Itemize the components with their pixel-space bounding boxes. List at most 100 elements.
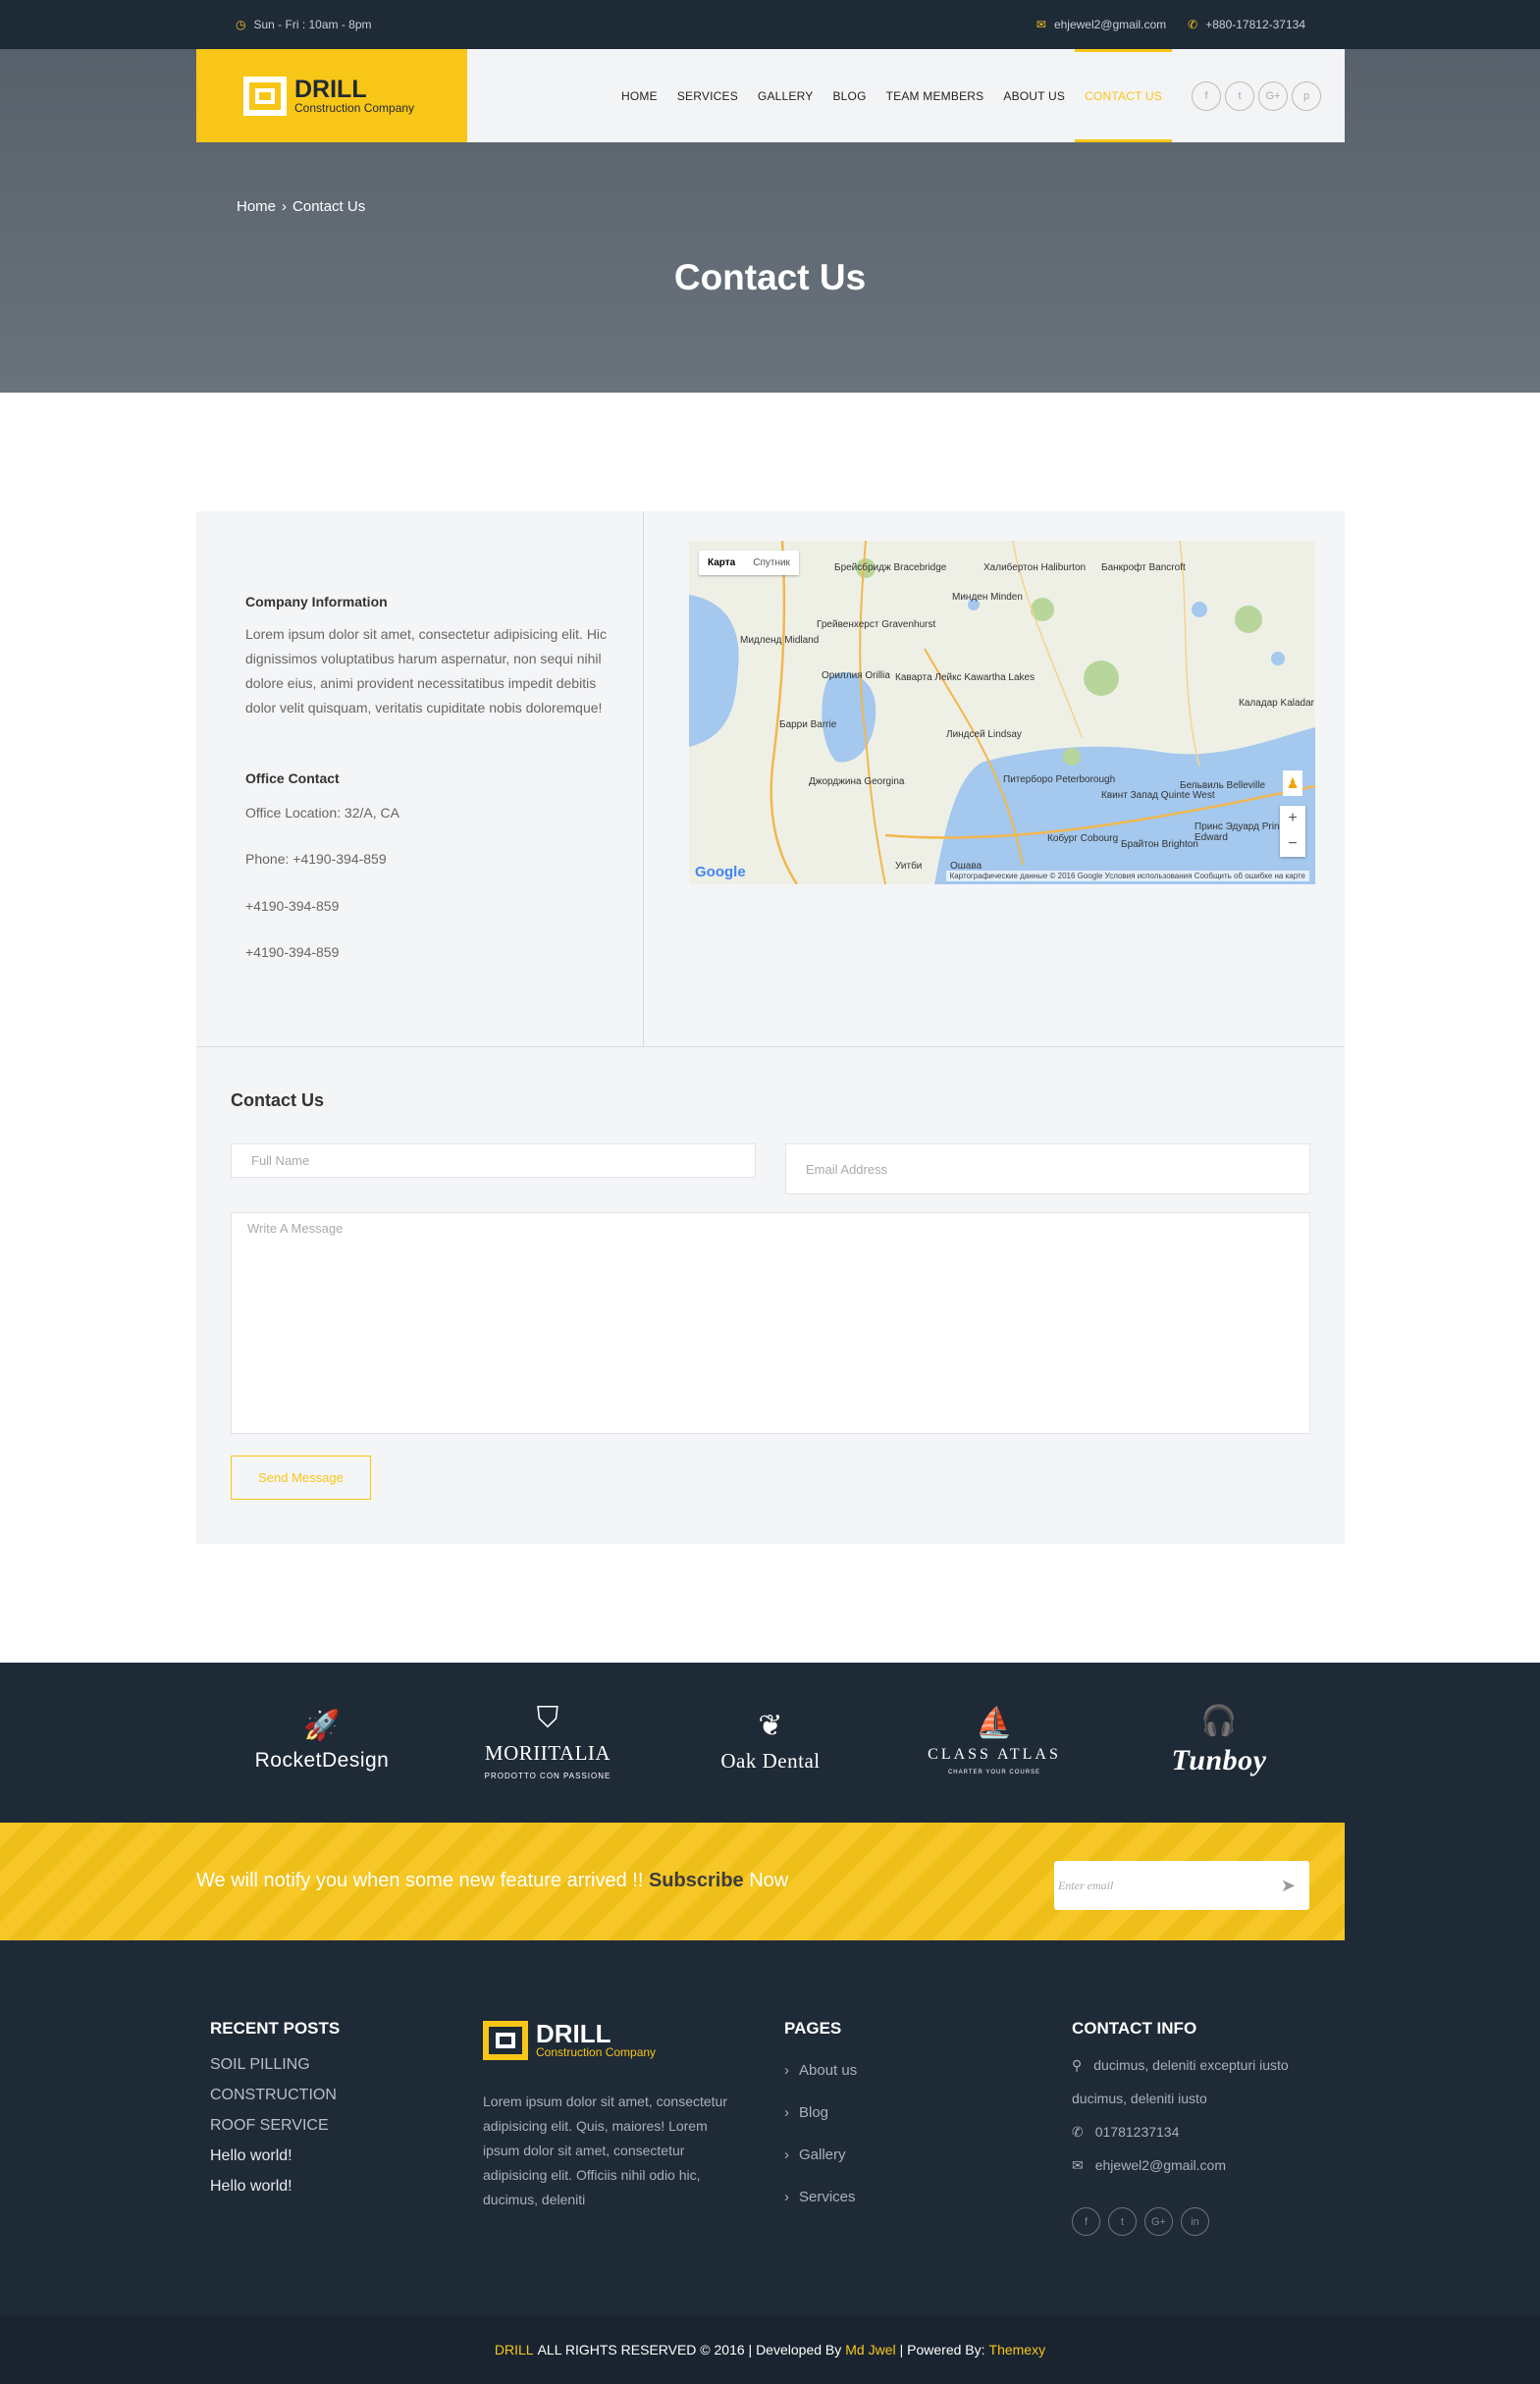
google-plus-icon[interactable]: G+	[1144, 2207, 1173, 2236]
recent-post-link[interactable]: ROOF SERVICE	[210, 2117, 340, 2135]
pinterest-icon[interactable]: p	[1292, 80, 1321, 111]
company-info: Company Information Lorem ipsum dolor si…	[196, 511, 644, 1046]
footer-page-label[interactable]: Services	[799, 2189, 856, 2205]
map-label: Мидленд Midland	[740, 635, 820, 646]
page-title: Contact Us	[673, 257, 867, 297]
zoom-in-icon[interactable]: +	[1280, 806, 1305, 831]
email-input[interactable]: Email Address	[785, 1143, 1310, 1194]
footer-page-label[interactable]: About us	[799, 2062, 857, 2079]
send-icon[interactable]: ➤	[1281, 1876, 1296, 1896]
twitter-icon[interactable]: t	[1225, 80, 1254, 111]
google-plus-icon[interactable]: G+	[1258, 80, 1288, 111]
map-label: Грейвенхерст Gravenhurst	[817, 619, 936, 630]
footer-phone[interactable]: ✆ 01781237134	[1072, 2115, 1327, 2148]
map-attribution[interactable]: Картографические данные © 2016 Google Ус…	[945, 871, 1309, 881]
map-zoom-controls: + −	[1280, 806, 1305, 857]
brand-moriitalia: ⛉ MORIITALIA PRODOTTO CON PASSIONE	[464, 1692, 631, 1790]
footer-address: ⚲ ducimus, deleniti excepturi iusto	[1072, 2048, 1327, 2082]
facebook-icon[interactable]: f	[1192, 80, 1221, 111]
footer-page-link[interactable]: › Blog	[784, 2104, 857, 2121]
subscribe-text-bold: Subscribe	[648, 1870, 744, 1891]
recent-post-link[interactable]: Hello world!	[210, 2147, 340, 2165]
office-phone-2: +4190-394-859	[245, 898, 340, 914]
pegman-icon[interactable]: ♟	[1283, 770, 1302, 796]
footer-page-link[interactable]: › Services	[784, 2189, 857, 2205]
map-label: Брайтон Brighton	[1121, 839, 1198, 850]
brand-sub: PRODOTTO CON PASSIONE	[484, 1772, 611, 1780]
phone-info[interactable]: ✆ +880-17812-37134	[1188, 18, 1305, 31]
chevron-right-icon: ›	[282, 198, 288, 215]
recent-post-link[interactable]: SOIL PILLING	[210, 2056, 340, 2074]
footer-address-line2: ducimus, deleniti iusto	[1072, 2091, 1207, 2106]
footer-about: DRILL Construction Company Lorem ipsum d…	[483, 2021, 738, 2212]
phone-icon: ✆	[1188, 18, 1198, 31]
office-phone: Phone: +4190-394-859	[245, 851, 387, 867]
copyright-brand: DRILL	[494, 2342, 534, 2358]
map-label: Кавартa Лейкс Kawartha Lakes	[895, 672, 1036, 683]
nav-about-us[interactable]: ABOUT US	[993, 49, 1075, 142]
nav-team-members[interactable]: TEAM MEMBERS	[876, 49, 994, 142]
site-footer: RECENT POSTS SOIL PILLING CONSTRUCTION R…	[0, 1940, 1540, 2315]
brand-oak-dental: ❦ Oak Dental	[687, 1692, 854, 1790]
google-map[interactable]: Брейсбридж Bracebridge Грейвенхерст Grav…	[689, 541, 1315, 884]
shield-icon: ⛉	[536, 1702, 559, 1734]
site-header: DRILL Construction Company HOME SERVICES…	[196, 49, 1345, 142]
nav-home[interactable]: HOME	[611, 49, 667, 142]
brand-name: Tunboy	[1171, 1744, 1267, 1776]
recent-post-link[interactable]: Hello world!	[210, 2178, 340, 2196]
header-socials: f t G+ p	[1192, 80, 1321, 111]
map-label: Банкрофт Bancroft	[1101, 562, 1186, 573]
map-type-tabs: Карта Спутник	[699, 551, 799, 575]
subscribe-text: We will notify you when some new feature…	[196, 1870, 788, 1892]
footer-phone-text[interactable]: 01781237134	[1095, 2115, 1180, 2148]
linkedin-icon[interactable]: in	[1181, 2207, 1209, 2236]
powered-text: | Powered By:	[899, 2342, 985, 2358]
nav-services[interactable]: SERVICES	[667, 49, 748, 142]
twitter-icon[interactable]: t	[1108, 2207, 1137, 2236]
footer-email-text[interactable]: ehjewel2@gmail.com	[1095, 2148, 1226, 2182]
nav-gallery[interactable]: GALLERY	[748, 49, 823, 142]
breadcrumb-home[interactable]: Home	[237, 198, 276, 215]
full-name-input[interactable]: Full Name	[231, 1143, 756, 1178]
recent-post-link[interactable]: CONSTRUCTION	[210, 2087, 340, 2104]
recent-posts-heading: RECENT POSTS	[210, 2019, 341, 2038]
subscribe-email-input[interactable]: Enter email ➤	[1054, 1861, 1309, 1910]
map-marker-icon: ⚲	[1072, 2057, 1083, 2073]
map-tab-map[interactable]: Карта	[699, 551, 744, 575]
zoom-out-icon[interactable]: −	[1280, 831, 1305, 857]
map-label: Минден Minden	[952, 592, 1023, 603]
powered-link[interactable]: Themexy	[989, 2342, 1046, 2358]
brand-name: MORIITALIA	[484, 1741, 611, 1765]
brand-name: RocketDesign	[254, 1749, 390, 1772]
map-tab-satellite[interactable]: Спутник	[744, 551, 799, 575]
brand-name: Oak Dental	[720, 1748, 821, 1773]
footer-logo-title: DRILL	[536, 2019, 611, 2048]
developer-link[interactable]: Md Jwel	[845, 2342, 895, 2358]
contact-info-heading: CONTACT INFO	[1072, 2019, 1197, 2038]
map-label: Уитби	[895, 861, 923, 872]
footer-page-label[interactable]: Gallery	[799, 2146, 846, 2163]
logo[interactable]: DRILL Construction Company	[196, 49, 467, 142]
brand-class-atlas: ⛵ CLASS ATLAS CHARTER YOUR COURSE	[911, 1692, 1078, 1790]
footer-page-link[interactable]: › Gallery	[784, 2146, 857, 2163]
footer-page-link[interactable]: › About us	[784, 2062, 857, 2079]
email-info[interactable]: ✉ ehjewel2@gmail.com	[1036, 18, 1166, 31]
phone-text[interactable]: +880-17812-37134	[1205, 18, 1305, 31]
footer-recent-posts: RECENT POSTS SOIL PILLING CONSTRUCTION R…	[210, 2019, 340, 2208]
message-textarea[interactable]: Write A Message	[231, 1212, 1310, 1434]
nav-contact-us[interactable]: CONTACT US	[1075, 49, 1172, 142]
breadcrumb: Home › Contact Us	[237, 198, 365, 215]
top-bar: ◷ Sun - Fri : 10am - 8pm ✉ ehjewel2@gmai…	[0, 0, 1540, 49]
footer-email[interactable]: ✉ ehjewel2@gmail.com	[1072, 2148, 1327, 2182]
map-label: Линдсей Lindsay	[946, 729, 1022, 740]
nav-blog[interactable]: BLOG	[823, 49, 876, 142]
facebook-icon[interactable]: f	[1072, 2207, 1100, 2236]
footer-logo[interactable]: DRILL Construction Company	[483, 2021, 738, 2060]
email-text[interactable]: ehjewel2@gmail.com	[1054, 18, 1166, 31]
send-message-button[interactable]: Send Message	[231, 1456, 371, 1500]
footer-page-label[interactable]: Blog	[799, 2104, 828, 2121]
copyright-text: ALL RIGHTS RESERVED © 2016 | Developed B…	[537, 2342, 842, 2358]
contact-form-heading: Contact Us	[231, 1090, 325, 1110]
footer-contact-info: CONTACT INFO ⚲ ducimus, deleniti exceptur…	[1072, 2019, 1327, 2236]
subscribe-text-after: Now	[743, 1870, 789, 1891]
